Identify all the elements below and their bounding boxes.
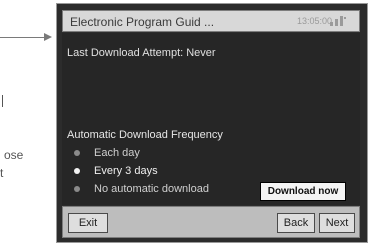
content-panel: Last Download Attempt: Never Automatic D… [62,33,360,205]
frequency-label: Automatic Download Frequency [67,129,223,141]
device-screen: Electronic Program Guid ... 13:05:00 Las… [56,3,368,243]
clock: 13:05:00 [297,16,333,26]
exit-button[interactable]: Exit [68,213,108,233]
option-label: Each day [94,147,140,159]
callout-mark [2,95,3,107]
last-download-status: Last Download Attempt: Never [67,47,216,59]
callout-text-1: ose [4,148,24,162]
back-button[interactable]: Back [277,213,315,233]
download-now-button[interactable]: Download now [260,182,346,201]
next-button[interactable]: Next [319,213,355,233]
option-each-day[interactable]: Each day [74,145,140,161]
radio-selected-icon[interactable] [74,168,80,174]
bottom-bar: Exit Back Next [62,206,360,238]
callout-arrow-icon [44,33,52,41]
radio-icon[interactable] [74,150,80,156]
option-label: Every 3 days [94,165,158,177]
option-label: No automatic download [94,183,209,195]
callout-text-2: t [0,166,4,180]
callout-pointer-line [0,37,48,38]
radio-icon[interactable] [74,186,80,192]
window-title: Electronic Program Guid ... [70,15,215,29]
signal-icon [330,16,346,26]
title-bar: Electronic Program Guid ... 13:05:00 [62,10,360,32]
option-every-3-days[interactable]: Every 3 days [74,163,158,179]
option-no-automatic-download[interactable]: No automatic download [74,181,209,197]
